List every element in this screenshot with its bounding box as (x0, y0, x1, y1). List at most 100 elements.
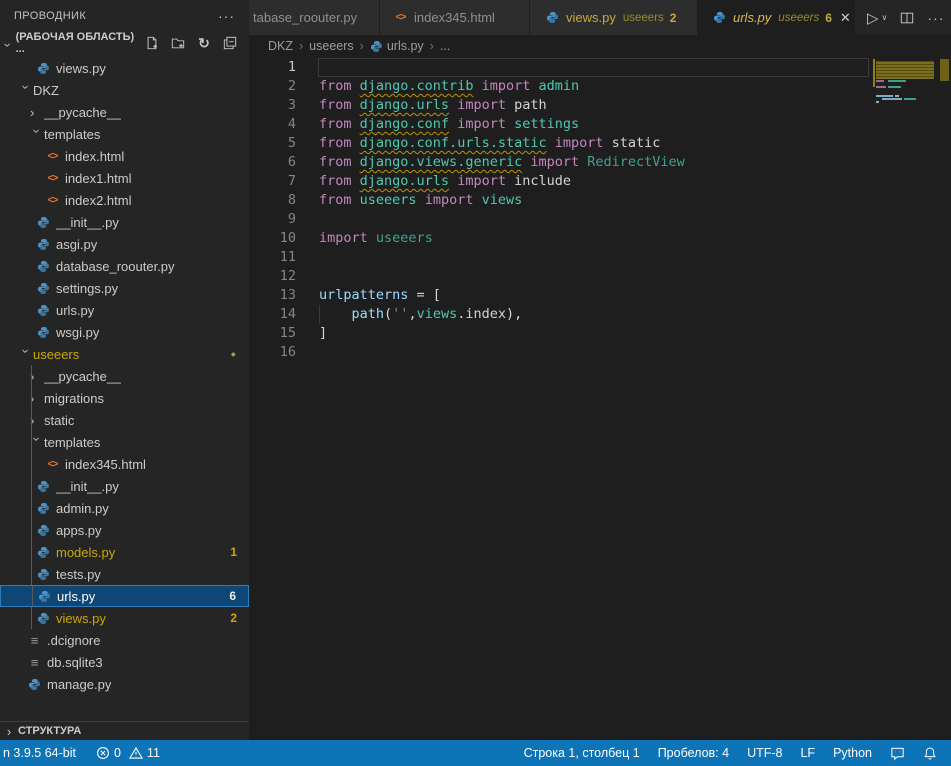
code-line-10[interactable]: 10import useeers (249, 229, 951, 248)
tree-item-database_roouter.py[interactable]: database_roouter.py (0, 255, 249, 277)
file-name: __init__.py (56, 479, 119, 494)
tree-item-manage.py[interactable]: manage.py (0, 673, 249, 695)
line-number[interactable]: 8 (249, 191, 296, 210)
code-line-7[interactable]: 7from django.urls import include (249, 172, 951, 191)
breadcrumb-item-useeers[interactable]: useeers (309, 39, 353, 53)
code-line-4[interactable]: 4from django.conf import settings (249, 115, 951, 134)
breadcrumb-item-...[interactable]: ... (440, 39, 450, 53)
tree-item-static[interactable]: ›static (0, 409, 249, 431)
tree-item-apps.py[interactable]: apps.py (0, 519, 249, 541)
file-name: DKZ (33, 83, 59, 98)
tree-item-index1.html[interactable]: <>index1.html (0, 167, 249, 189)
eol-status[interactable]: LF (800, 746, 815, 760)
tab-views.py[interactable]: views.pyuseeers2 (530, 0, 698, 35)
code-line-3[interactable]: 3from django.urls import path (249, 96, 951, 115)
file-name: urls.py (56, 303, 94, 318)
code-line-5[interactable]: 5from django.conf.urls.static import sta… (249, 134, 951, 153)
line-number[interactable]: 3 (249, 96, 296, 115)
tab-urls.py[interactable]: urls.pyuseeers6✕ (698, 0, 855, 35)
tree-item-settings.py[interactable]: settings.py (0, 277, 249, 299)
new-file-icon[interactable] (143, 34, 161, 52)
breadcrumb-item-urls.py[interactable]: urls.py (370, 39, 424, 53)
language-mode-status[interactable]: Python (833, 746, 872, 760)
tree-item-urls.py[interactable]: urls.py6 (0, 585, 249, 607)
refresh-icon[interactable]: ↻ (195, 34, 213, 52)
tree-item-asgi.py[interactable]: asgi.py (0, 233, 249, 255)
code-line-16[interactable]: 16 (249, 343, 951, 362)
cursor-position-status[interactable]: Строка 1, столбец 1 (524, 746, 640, 760)
code-line-14[interactable]: 14 path('',views.index), (249, 305, 951, 324)
code-line-1[interactable]: 1 (249, 58, 951, 77)
line-number[interactable]: 10 (249, 229, 296, 248)
close-icon[interactable]: ✕ (840, 10, 851, 26)
line-number[interactable]: 15 (249, 324, 296, 343)
line-number[interactable]: 14 (249, 305, 296, 324)
tree-item-views.py[interactable]: views.py2 (0, 607, 249, 629)
line-number[interactable]: 5 (249, 134, 296, 153)
tree-item-__pycache__[interactable]: ›__pycache__ (0, 101, 249, 123)
tree-item-migrations[interactable]: ›migrations (0, 387, 249, 409)
code-editor[interactable]: 12from django.contrib import admin3from … (249, 57, 951, 362)
tree-item-urls.py[interactable]: urls.py (0, 299, 249, 321)
python-icon (35, 260, 52, 273)
tree-item-DKZ[interactable]: ›DKZ (0, 79, 249, 101)
tab-index345.html[interactable]: <>index345.html (380, 0, 530, 35)
collapse-all-icon[interactable] (221, 34, 239, 52)
code-line-11[interactable]: 11 (249, 248, 951, 267)
feedback-icon[interactable] (890, 746, 905, 761)
line-number[interactable]: 7 (249, 172, 296, 191)
code-line-6[interactable]: 6from django.views.generic import Redire… (249, 153, 951, 172)
outline-section-header[interactable]: › СТРУКТУРА (0, 721, 249, 740)
tree-item-tests.py[interactable]: tests.py (0, 563, 249, 585)
line-number[interactable]: 4 (249, 115, 296, 134)
line-number[interactable]: 11 (249, 248, 296, 267)
line-number[interactable]: 6 (249, 153, 296, 172)
file-name: manage.py (47, 677, 111, 692)
new-folder-icon[interactable] (169, 34, 187, 52)
tree-item-admin.py[interactable]: admin.py (0, 497, 249, 519)
tree-item-__pycache__[interactable]: ›__pycache__ (0, 365, 249, 387)
split-editor-icon[interactable] (900, 11, 914, 25)
tree-item-__init__.py[interactable]: __init__.py (0, 475, 249, 497)
line-number[interactable]: 2 (249, 77, 296, 96)
code-line-12[interactable]: 12 (249, 267, 951, 286)
line-number[interactable]: 1 (249, 58, 296, 77)
code-line-2[interactable]: 2from django.contrib import admin (249, 77, 951, 96)
tree-item-templates[interactable]: ›templates (0, 431, 249, 453)
tree-item-views.py[interactable]: views.py (0, 57, 249, 79)
encoding-status[interactable]: UTF-8 (747, 746, 782, 760)
line-number[interactable]: 9 (249, 210, 296, 229)
problems-status[interactable]: 0 11 (96, 746, 160, 760)
tree-item-index2.html[interactable]: <>index2.html (0, 189, 249, 211)
tree-item-db.sqlite3[interactable]: ≡db.sqlite3 (0, 651, 249, 673)
python-icon (370, 40, 384, 53)
code-line-15[interactable]: 15] (249, 324, 951, 343)
explorer-more-actions-icon[interactable]: ··· (218, 8, 235, 24)
tree-item-.dcignore[interactable]: ≡.dcignore (0, 629, 249, 651)
line-number[interactable]: 12 (249, 267, 296, 286)
tab-tabase_roouter.py[interactable]: tabase_roouter.py (249, 0, 380, 35)
run-button[interactable]: ▷ ∨ (867, 9, 887, 27)
python-interpreter-status[interactable]: n 3.9.5 64-bit (3, 746, 76, 760)
line-number[interactable]: 13 (249, 286, 296, 305)
status-right-items: Строка 1, столбец 1 Пробелов: 4 UTF-8 LF Pyt… (524, 746, 951, 761)
tree-item-__init__.py[interactable]: __init__.py (0, 211, 249, 233)
bell-icon[interactable] (923, 746, 937, 761)
code-line-8[interactable]: 8from useeers import views (249, 191, 951, 210)
overview-ruler[interactable] (938, 35, 951, 740)
tree-item-models.py[interactable]: models.py1 (0, 541, 249, 563)
indentation-status[interactable]: Пробелов: 4 (658, 746, 729, 760)
tree-item-index.html[interactable]: <>index.html (0, 145, 249, 167)
breadcrumb[interactable]: DKZ›useeers›urls.py›... (249, 35, 951, 57)
breadcrumb-item-DKZ[interactable]: DKZ (268, 39, 293, 53)
code-line-9[interactable]: 9 (249, 210, 951, 229)
line-number[interactable]: 16 (249, 343, 296, 362)
code-line-13[interactable]: 13urlpatterns = [ (249, 286, 951, 305)
more-actions-icon[interactable]: ··· (927, 10, 944, 26)
tree-item-wsgi.py[interactable]: wsgi.py (0, 321, 249, 343)
tree-item-useeers[interactable]: ›useeers● (0, 343, 249, 365)
tree-item-templates[interactable]: ›templates (0, 123, 249, 145)
workspace-section-header[interactable]: › (РАБОЧАЯ ОБЛАСТЬ) ... ↻ (0, 32, 249, 54)
tree-item-index345.html[interactable]: <>index345.html (0, 453, 249, 475)
minimap[interactable] (875, 57, 938, 740)
